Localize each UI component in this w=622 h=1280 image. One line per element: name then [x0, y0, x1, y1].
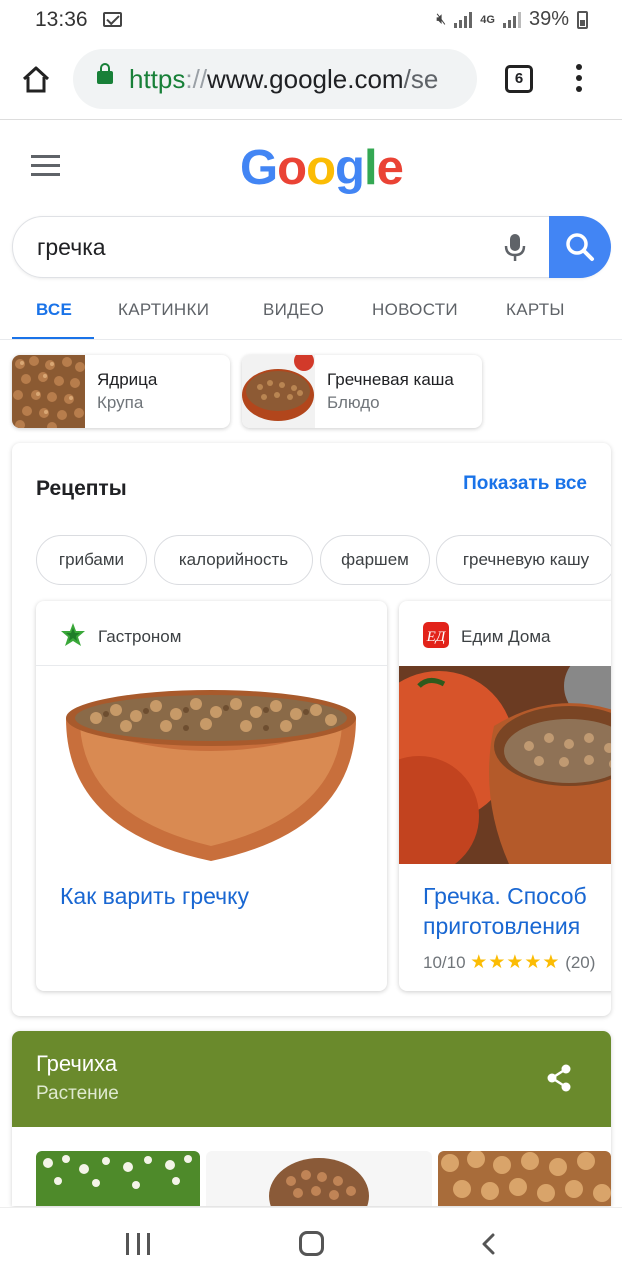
svg-text:ЕД: ЕД: [426, 629, 447, 645]
show-all-link[interactable]: Показать все: [463, 473, 587, 495]
entity-chip-buckwheat-porridge[interactable]: Гречневая каша Блюдо: [242, 355, 482, 428]
status-indicators: 🔇︎ 4G 39%: [436, 8, 588, 31]
buckwheat-closeup-image[interactable]: [438, 1151, 611, 1206]
battery-percent: 39%: [528, 8, 569, 30]
search-button[interactable]: [549, 216, 611, 278]
google-logo[interactable]: Google: [240, 140, 404, 196]
overflow-menu-icon[interactable]: [573, 64, 585, 96]
tab-all[interactable]: ВСЕ: [36, 300, 72, 320]
knowledge-panel-title: Гречиха: [36, 1051, 118, 1076]
recipe-title[interactable]: Как варить гречку: [60, 881, 249, 911]
network-type: 4G: [480, 13, 495, 26]
knowledge-panel-header[interactable]: Гречиха Растение: [12, 1031, 611, 1127]
home-nav-icon[interactable]: [299, 1231, 324, 1256]
recipes-card: Рецепты Показать все грибами калорийност…: [12, 443, 611, 1016]
entity-chip-yadritsa[interactable]: Ядрица Крупа: [12, 355, 230, 428]
address-bar[interactable]: https://www.google.com/se: [73, 49, 477, 109]
browser-toolbar: https://www.google.com/se 6: [0, 40, 622, 120]
battery-icon: [577, 10, 588, 29]
knowledge-panel: Гречиха Растение: [12, 1031, 611, 1206]
edim-doma-logo-icon: ЕД: [423, 622, 449, 648]
recipe-title[interactable]: Гречка. Способ приготовления: [423, 881, 611, 941]
search-box: [12, 216, 611, 278]
microphone-icon[interactable]: [503, 233, 527, 263]
rating-stars-icon: ★★★★★: [470, 952, 561, 973]
recipe-card[interactable]: ЕД Едим Дома Гречка. Способ приготовлени…: [399, 601, 611, 991]
filter-chip-buckwheat-porridge[interactable]: гречневую кашу: [436, 535, 611, 585]
status-bar: 13:36 🔇︎ 4G 39%: [0, 0, 622, 40]
filter-chip-calories[interactable]: калорийность: [154, 535, 313, 585]
chip-subtitle: Крупа: [97, 393, 144, 412]
buckwheat-grains-image[interactable]: [206, 1151, 432, 1206]
back-icon[interactable]: [478, 1233, 500, 1255]
url-text: https://www.google.com/se: [129, 64, 439, 94]
tab-news[interactable]: НОВОСТИ: [372, 300, 458, 320]
recipes-title: Рецепты: [36, 477, 127, 500]
tab-images[interactable]: КАРТИНКИ: [118, 300, 209, 320]
pot-buckwheat-image: [399, 666, 611, 864]
chip-title: Гречневая каша: [327, 370, 454, 389]
gastronom-logo-icon: [61, 623, 85, 646]
filter-chip-mushrooms[interactable]: грибами: [36, 535, 147, 585]
signal-icon: [454, 11, 473, 28]
filter-chip-mince[interactable]: фаршем: [320, 535, 430, 585]
signal-icon-2: [502, 11, 521, 28]
search-icon: [566, 233, 594, 261]
tab-switcher-button[interactable]: 6: [505, 65, 533, 93]
recent-apps-icon[interactable]: [126, 1233, 150, 1255]
share-icon[interactable]: [546, 1064, 572, 1092]
porridge-image: [242, 355, 315, 428]
tab-videos[interactable]: ВИДЕО: [263, 300, 324, 320]
chip-title: Ядрица: [97, 370, 158, 389]
search-input[interactable]: [37, 231, 477, 263]
mute-icon: 🔇︎: [436, 10, 447, 28]
lock-icon: [97, 63, 113, 84]
home-icon[interactable]: [21, 64, 51, 94]
knowledge-panel-subtitle: Растение: [36, 1083, 119, 1104]
status-time: 13:36: [35, 8, 88, 31]
system-navigation-bar: [0, 1207, 622, 1280]
recipe-card[interactable]: Гастроном Как варить гречку: [36, 601, 387, 991]
buckwheat-bowl-image: [36, 666, 387, 864]
active-tab-indicator: [12, 337, 94, 339]
hamburger-menu-icon[interactable]: [31, 155, 60, 177]
recipe-source: Едим Дома: [461, 627, 551, 646]
mail-notification-icon: [103, 12, 122, 27]
buckwheat-groats-image: [12, 355, 85, 428]
tab-maps[interactable]: КАРТЫ: [506, 300, 565, 320]
chip-subtitle: Блюдо: [327, 393, 380, 412]
recipe-rating: 10/10 ★★★★★ (20): [423, 952, 596, 973]
buckwheat-plant-image[interactable]: [36, 1151, 200, 1206]
search-tabs: ВСЕ КАРТИНКИ ВИДЕО НОВОСТИ КАРТЫ: [0, 290, 622, 340]
recipe-source: Гастроном: [98, 627, 182, 646]
